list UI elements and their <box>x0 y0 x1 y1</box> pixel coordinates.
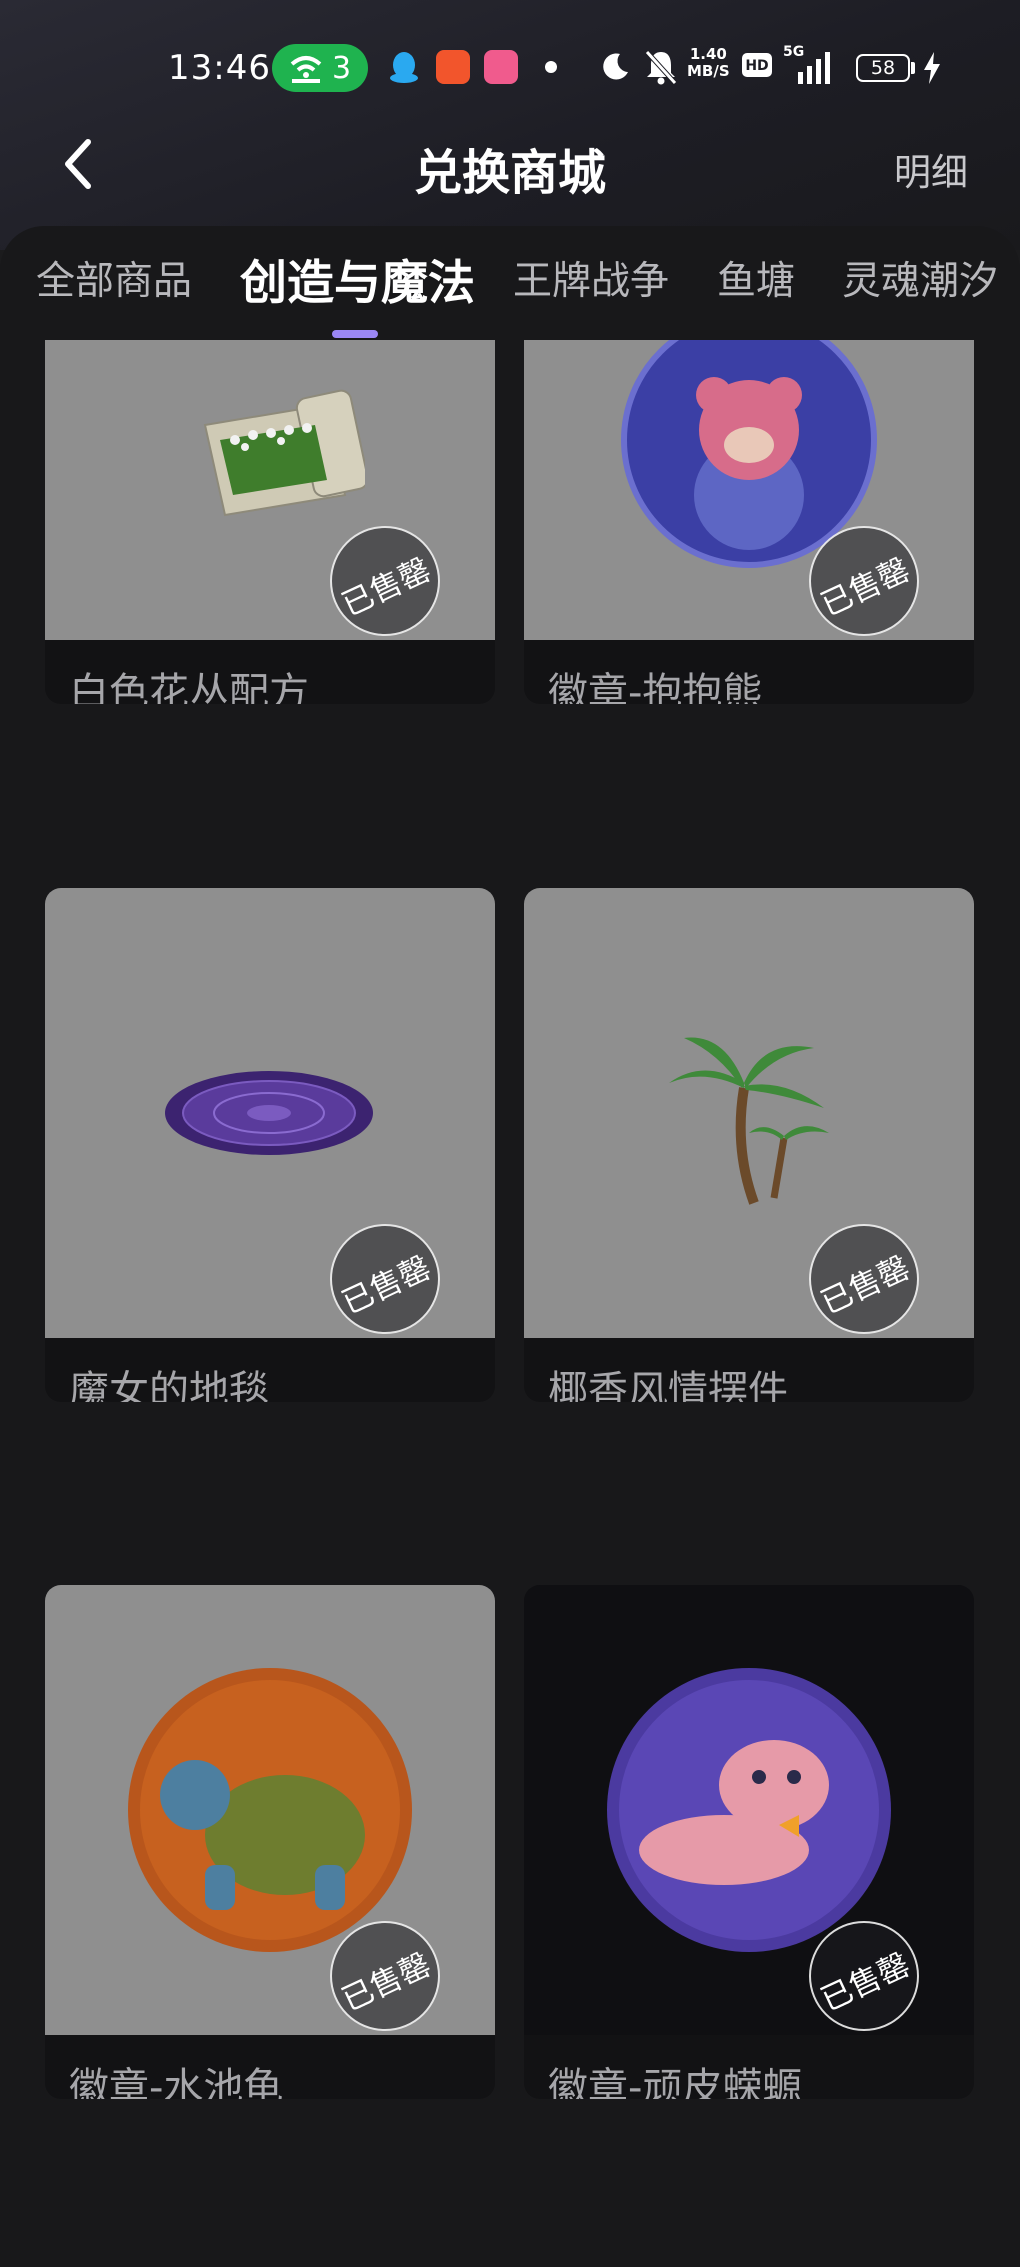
hotspot-count: 3 <box>332 51 352 86</box>
product-image: 已售罄 <box>524 1585 974 2035</box>
purple-rug-icon <box>165 1071 373 1155</box>
hotspot-indicator: 3 <box>272 44 368 92</box>
tab-all-products[interactable]: 全部商品 <box>36 250 192 306</box>
product-name: 徽章-水池龟 <box>69 2065 284 2099</box>
tab-fish-pond[interactable]: 鱼塘 <box>717 250 795 306</box>
status-bar: 13:46 3 1.40 MB/S HD 5G 58 <box>0 40 1020 96</box>
detail-link[interactable]: 明细 <box>894 142 968 196</box>
palm-tree-icon <box>669 1037 829 1205</box>
charging-icon <box>924 52 940 84</box>
product-image: 已售罄 <box>524 340 974 640</box>
status-time: 13:46 <box>168 48 271 88</box>
product-name: 魔女的地毯 <box>69 1368 269 1402</box>
sold-out-stamp: 已售罄 <box>330 1224 440 1334</box>
signal-icon <box>798 52 830 84</box>
sold-out-stamp: 已售罄 <box>330 1921 440 2031</box>
sold-out-stamp: 已售罄 <box>809 526 919 636</box>
category-tabs: 全部商品 创造与魔法 王牌战争 鱼塘 灵魂潮汐 <box>0 250 1020 340</box>
sold-out-stamp: 已售罄 <box>809 1224 919 1334</box>
product-name: 徽章-顽皮蝾螈 <box>548 2065 803 2099</box>
hotspot-icon <box>290 56 322 83</box>
more-notifications-dot <box>545 61 557 73</box>
turtle-badge-icon <box>128 1668 412 1952</box>
hd-icon: HD <box>742 53 772 77</box>
product-image: 已售罄 <box>45 1585 495 2035</box>
tab-creation-and-magic[interactable]: 创造与魔法 <box>240 244 475 313</box>
mute-bell-icon <box>645 50 677 85</box>
product-card[interactable]: 已售罄 徽章-水池龟 3000 <box>45 1585 495 2099</box>
product-name: 椰香风情摆件 <box>548 1368 788 1402</box>
network-speed: 1.40 MB/S <box>687 45 730 80</box>
product-card[interactable]: 已售罄 魔女的地毯 790 <box>45 888 495 1402</box>
product-image: 已售罄 <box>45 340 495 640</box>
battery-tip <box>911 62 915 74</box>
product-card[interactable]: 已售罄 椰香风情摆件 660 <box>524 888 974 1402</box>
sold-out-stamp: 已售罄 <box>809 1921 919 2031</box>
tab-soul-tide[interactable]: 灵魂潮汐 <box>842 250 998 306</box>
product-card[interactable]: 已售罄 白色花丛配方 790 <box>45 340 495 704</box>
product-name: 徽章-抱抱熊 <box>548 670 763 704</box>
product-name: 白色花丛配方 <box>69 670 309 704</box>
product-image: 已售罄 <box>524 888 974 1338</box>
battery-icon: 58 <box>856 54 910 82</box>
active-tab-indicator <box>332 330 378 338</box>
tab-ace-war[interactable]: 王牌战争 <box>513 250 669 306</box>
page-title: 兑换商城 <box>413 145 606 201</box>
app-notification-icon <box>436 50 470 84</box>
moon-icon <box>603 53 628 80</box>
product-image: 已售罄 <box>45 888 495 1338</box>
axolotl-badge-icon <box>607 1668 891 1952</box>
qq-penguin-icon <box>390 52 418 83</box>
product-card[interactable]: 已售罄 徽章-顽皮蝾螈 3000 <box>524 1585 974 2099</box>
bilibili-icon <box>484 50 518 84</box>
sold-out-stamp: 已售罄 <box>330 526 440 636</box>
product-grid: 已售罄 白色花丛配方 790 已售罄 徽章-抱抱熊 3000 <box>0 340 1020 2267</box>
header-background <box>0 0 1020 250</box>
flower-recipe-scroll-icon <box>203 389 365 517</box>
product-card[interactable]: 已售罄 徽章-抱抱熊 3000 <box>524 340 974 704</box>
